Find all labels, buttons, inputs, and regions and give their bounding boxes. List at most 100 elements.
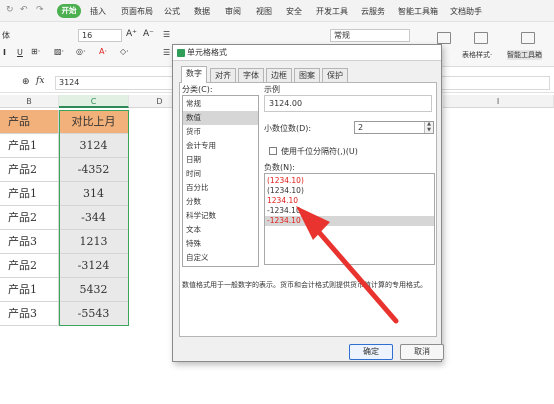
column-header-i[interactable]: I: [443, 95, 554, 108]
tab-start[interactable]: 开始: [57, 4, 81, 18]
conditional-format-icon[interactable]: [437, 32, 451, 44]
table-style-button[interactable]: 表格样式·: [462, 50, 492, 60]
tab-view[interactable]: 视图: [256, 6, 272, 17]
border-icon[interactable]: ⊞·: [31, 47, 40, 56]
column-header-b[interactable]: B: [0, 95, 59, 108]
tab-formulas[interactable]: 公式: [164, 6, 180, 17]
category-item[interactable]: 分数: [183, 195, 258, 209]
menu-bar: ↻ ↶ ↷ 开始 插入 页面布局 公式 数据 审阅 视图 安全 开发工具 云服务…: [0, 0, 554, 22]
tab-alignment[interactable]: 对齐: [210, 68, 236, 82]
compare-cell[interactable]: 314: [59, 182, 129, 206]
tab-security[interactable]: 安全: [286, 6, 302, 17]
compare-cell[interactable]: -5543: [59, 302, 129, 326]
negative-option[interactable]: (1234.10): [265, 186, 434, 196]
smart-toolbox-button[interactable]: 智能工具箱: [507, 50, 542, 60]
negative-numbers-list[interactable]: (1234.10) (1234.10) 1234.10 -1234.10 -1234.1…: [264, 173, 435, 265]
redo-icon[interactable]: ↷: [36, 5, 44, 15]
compare-cell[interactable]: 3124: [59, 134, 129, 158]
quick-access-icon[interactable]: ↻: [6, 5, 14, 15]
tab-pattern[interactable]: 图案: [294, 68, 320, 82]
tab-review[interactable]: 审阅: [225, 6, 241, 17]
category-item[interactable]: 货币: [183, 125, 258, 139]
product-cell[interactable]: 产品1: [0, 182, 59, 206]
compare-cell[interactable]: -344: [59, 206, 129, 230]
product-cell[interactable]: 产品3: [0, 230, 59, 254]
tab-developer[interactable]: 开发工具: [316, 6, 348, 17]
thousands-separator-label: 使用千位分隔符(,)(U): [281, 147, 358, 156]
formula-value: 3124: [59, 78, 80, 87]
decimal-places-label: 小数位数(D):: [264, 124, 312, 133]
category-item[interactable]: 文本: [183, 223, 258, 237]
fill-color-icon[interactable]: ▨·: [54, 47, 64, 56]
compare-cell[interactable]: 5432: [59, 278, 129, 302]
tab-doc-assistant[interactable]: 文档助手: [450, 6, 482, 17]
category-item[interactable]: 会计专用: [183, 139, 258, 153]
category-item[interactable]: 时间: [183, 167, 258, 181]
product-cell[interactable]: 产品1: [0, 278, 59, 302]
negative-option[interactable]: -1234.10: [265, 206, 434, 216]
tab-cloud[interactable]: 云服务: [361, 6, 385, 17]
shading-icon[interactable]: ◎·: [76, 47, 86, 56]
compare-cell[interactable]: -3124: [59, 254, 129, 278]
bold-icon[interactable]: Ⅰ: [3, 48, 6, 57]
thousands-separator-checkbox[interactable]: [269, 147, 277, 155]
smart-toolbox-icon[interactable]: [521, 32, 535, 44]
category-item[interactable]: 数值: [183, 111, 258, 125]
clear-format-icon[interactable]: ◇·: [120, 47, 129, 56]
category-item[interactable]: 百分比: [183, 181, 258, 195]
category-list[interactable]: 常规 数值 货币 会计专用 日期 时间 百分比 分数 科学记数 文本 特殊 自定义: [182, 95, 259, 267]
spinner-arrows-icon[interactable]: ▲ ▼: [424, 121, 433, 133]
column-header-c[interactable]: C: [59, 95, 129, 108]
grow-font-icon[interactable]: A⁺: [126, 29, 137, 39]
tab-number[interactable]: 数字: [181, 66, 207, 83]
shrink-font-icon[interactable]: A⁻: [143, 29, 154, 39]
number-format-value: 常规: [334, 31, 350, 40]
font-color-icon[interactable]: A·: [99, 47, 107, 56]
ok-button[interactable]: 确定: [349, 344, 393, 360]
product-cell[interactable]: 产品2: [0, 206, 59, 230]
format-description: 数值格式用于一般数字的表示。货币和会计格式则提供货币值计算的专用格式。: [182, 281, 427, 289]
category-label: 分类(C):: [182, 85, 213, 94]
negative-option[interactable]: (1234.10): [265, 176, 434, 186]
tab-insert[interactable]: 插入: [90, 6, 106, 17]
tab-font[interactable]: 字体: [238, 68, 264, 82]
font-size-select[interactable]: 16: [78, 29, 122, 42]
table-style-icon[interactable]: [474, 32, 488, 44]
decimal-places-value: 2: [358, 123, 364, 132]
sample-label: 示例: [264, 85, 280, 94]
font-name[interactable]: 体: [2, 30, 10, 41]
product-cell[interactable]: 产品3: [0, 302, 59, 326]
tab-data[interactable]: 数据: [194, 6, 210, 17]
category-item[interactable]: 特殊: [183, 237, 258, 251]
fx-label[interactable]: fx: [36, 76, 44, 86]
header-product-cell[interactable]: 产品: [0, 110, 59, 134]
negative-option[interactable]: -1234.10: [265, 216, 434, 226]
align-top-icon[interactable]: ☰: [163, 30, 170, 39]
dialog-title-bar[interactable]: 单元格格式: [173, 45, 441, 61]
cancel-button[interactable]: 取消: [400, 344, 444, 360]
category-item[interactable]: 常规: [183, 97, 258, 111]
decimal-places-spinner[interactable]: 2 ▲ ▼: [354, 121, 434, 134]
header-compare-cell[interactable]: 对比上月: [59, 110, 129, 134]
sample-box: 3124.00: [264, 95, 432, 112]
product-cell[interactable]: 产品2: [0, 254, 59, 278]
number-tab-panel: 分类(C): 常规 数值 货币 会计专用 日期 时间 百分比 分数 科学记数 文本 特殊 自定义 示例…: [179, 82, 437, 337]
category-item[interactable]: 科学记数: [183, 209, 258, 223]
tab-border[interactable]: 边框: [266, 68, 292, 82]
compare-cell[interactable]: -4352: [59, 158, 129, 182]
underline-icon[interactable]: U: [17, 48, 23, 57]
undo-icon[interactable]: ↶: [20, 5, 28, 15]
align-left-icon[interactable]: ☰: [163, 48, 170, 57]
tab-smart-toolbox[interactable]: 智能工具箱: [398, 6, 438, 17]
tab-page-layout[interactable]: 页面布局: [121, 6, 153, 17]
product-cell[interactable]: 产品1: [0, 134, 59, 158]
number-format-select[interactable]: 常规: [330, 29, 410, 42]
compare-cell[interactable]: 1213: [59, 230, 129, 254]
tab-protection[interactable]: 保护: [322, 68, 348, 82]
category-item[interactable]: 日期: [183, 153, 258, 167]
product-cell[interactable]: 产品2: [0, 158, 59, 182]
negative-option[interactable]: 1234.10: [265, 196, 434, 206]
category-item[interactable]: 自定义: [183, 251, 258, 265]
dialog-title: 单元格格式: [187, 48, 227, 57]
zoom-icon[interactable]: ⊕: [22, 77, 30, 87]
